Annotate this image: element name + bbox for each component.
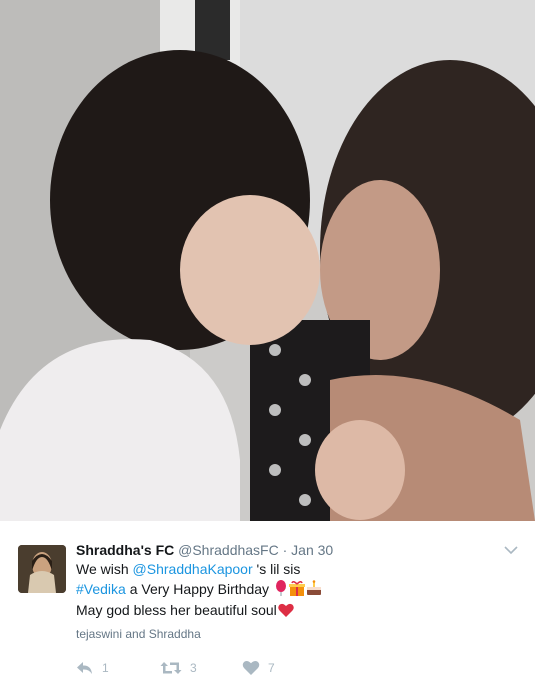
caret-down-icon[interactable] xyxy=(503,543,519,555)
hashtag-link[interactable]: #Vedika xyxy=(76,581,126,597)
avatar[interactable] xyxy=(18,545,66,593)
red-heart-emoji xyxy=(278,603,294,623)
reply-count: 1 xyxy=(102,661,109,675)
tweet-date[interactable]: Jan 30 xyxy=(291,542,333,558)
heart-icon xyxy=(242,660,260,675)
user-handle[interactable]: @ShraddhasFC xyxy=(178,542,279,558)
retweet-icon xyxy=(160,662,182,674)
retweet-button[interactable]: 3 xyxy=(160,660,197,676)
tweet-actions: 1 3 7 xyxy=(76,660,376,680)
text-segment: May god bless her beautiful soul xyxy=(76,602,277,618)
gift-emoji xyxy=(288,580,305,602)
liked-by-text[interactable]: tejaswini and Shraddha xyxy=(76,627,201,641)
text-segment: a Very Happy Birthday xyxy=(125,580,270,597)
reply-button[interactable]: 1 xyxy=(76,660,109,676)
tweet-text: We wish @ShraddhaKapoor 's lil sis #Vedi… xyxy=(76,560,496,623)
tweet-card[interactable]: Shraddha's FC @ShraddhasFC · Jan 30 We w… xyxy=(0,521,535,696)
text-segment: We wish xyxy=(76,561,133,577)
display-name[interactable]: Shraddha's FC xyxy=(76,542,174,558)
tweet-line-3: May god bless her beautiful soul xyxy=(76,601,496,623)
cake-emoji xyxy=(306,579,322,602)
retweet-count: 3 xyxy=(190,661,197,675)
tweet-line-1: We wish @ShraddhaKapoor 's lil sis xyxy=(76,560,496,580)
balloon-emoji xyxy=(274,579,288,602)
text-segment: 's lil sis xyxy=(252,561,301,577)
tweet-line-2: #Vedika a Very Happy Birthday xyxy=(76,579,496,602)
tweet-photo[interactable] xyxy=(0,0,535,521)
mention-link[interactable]: @ShraddhaKapoor xyxy=(133,561,253,577)
reply-icon xyxy=(77,662,92,674)
like-count: 7 xyxy=(268,661,275,675)
tweet-header: Shraddha's FC @ShraddhasFC · Jan 30 xyxy=(76,542,333,558)
like-button[interactable]: 7 xyxy=(242,660,275,676)
separator: · xyxy=(282,542,288,558)
